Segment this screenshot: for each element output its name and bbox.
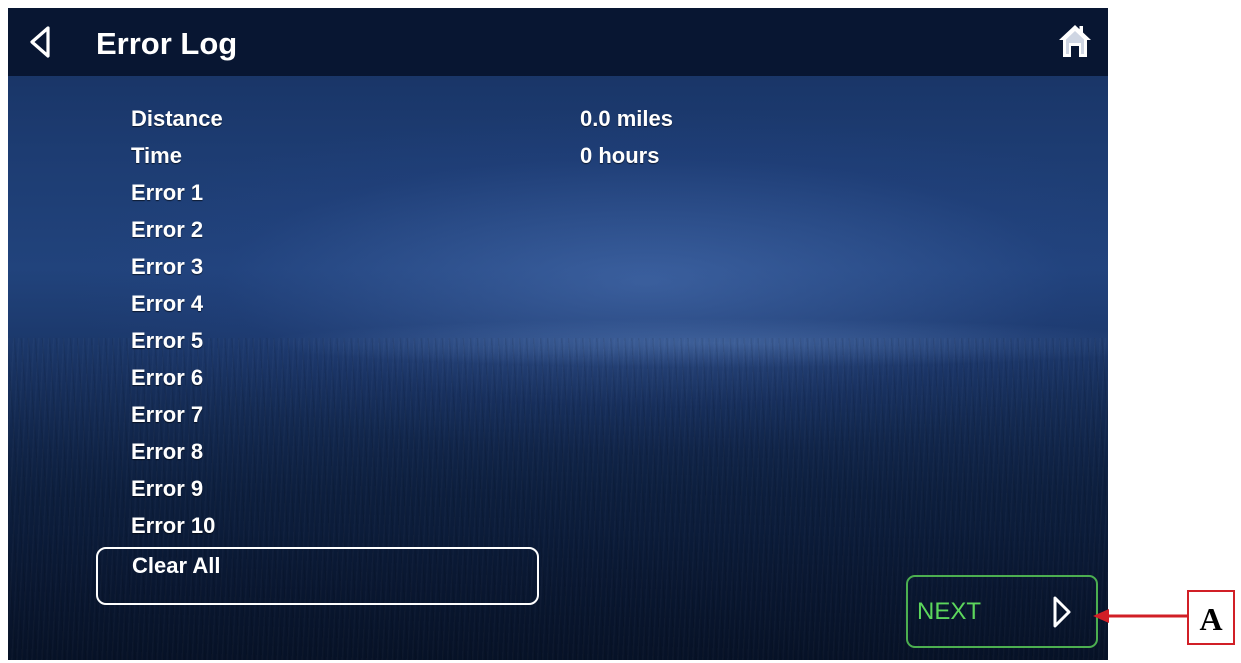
error-row[interactable]: Error 7 [131,402,203,428]
callout-label-box: A [1187,590,1235,645]
error-row[interactable]: Error 5 [131,328,203,354]
chevron-right-outline-icon [1053,596,1071,628]
next-label: NEXT [917,598,982,625]
error-row[interactable]: Error 6 [131,365,203,391]
error-row[interactable]: Error 8 [131,439,203,465]
chevron-left-outline-icon [30,26,50,58]
page-title: Error Log [96,26,238,61]
callout-letter: A [1199,601,1223,637]
callout-arrow-icon [1093,609,1189,623]
page: Error Log Distance 0.0 miles Time 0 hour… [0,0,1241,663]
row-value-distance: 0.0 miles [580,106,673,131]
clear-all-button[interactable]: Clear All [96,547,539,605]
device-screen: Error Log Distance 0.0 miles Time 0 hour… [8,8,1108,660]
row-label-time: Time [131,143,182,168]
error-row[interactable]: Error 3 [131,254,203,280]
error-row[interactable]: Error 1 [131,180,203,206]
clear-all-label: Clear All [132,553,221,578]
error-row[interactable]: Error 4 [131,291,203,317]
home-icon [1059,25,1091,57]
next-button[interactable]: NEXT [906,575,1098,648]
title-bar: Error Log [8,8,1108,76]
error-row[interactable]: Error 9 [131,476,203,502]
row-value-time: 0 hours [580,143,660,168]
row-label-distance: Distance [131,106,223,131]
back-button[interactable] [26,24,54,60]
error-row[interactable]: Error 10 [131,513,215,539]
home-button[interactable] [1058,23,1092,59]
error-row[interactable]: Error 2 [131,217,203,243]
